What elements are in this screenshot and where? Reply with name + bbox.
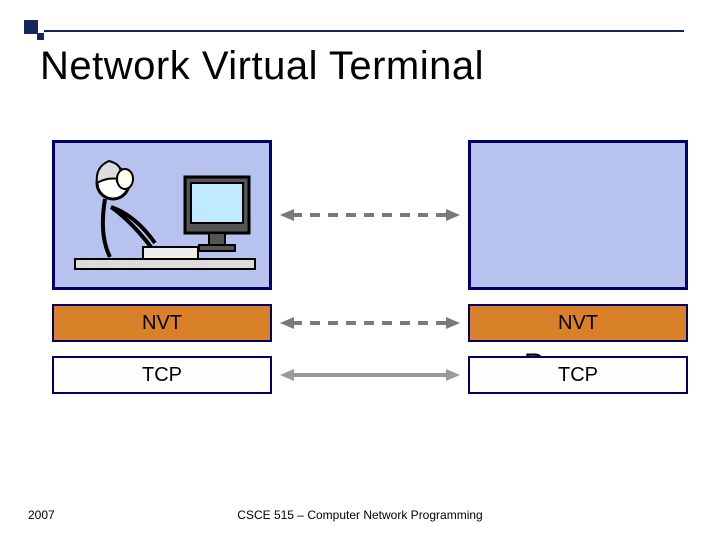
- client-tcp-layer: TCP: [52, 356, 272, 394]
- server-box: Server Process: [468, 140, 688, 290]
- server-tcp-layer: TCP: [468, 356, 688, 394]
- footer-course: CSCE 515 – Computer Network Programming: [0, 508, 720, 522]
- slide-title: Network Virtual Terminal: [40, 44, 484, 89]
- client-nvt-layer: NVT: [52, 304, 272, 342]
- slide: Network Virtual Terminal: [0, 0, 720, 540]
- title-bullet-icon: [24, 20, 38, 34]
- server-nvt-layer: NVT: [468, 304, 688, 342]
- client-box: [52, 140, 272, 290]
- title-rule: [44, 30, 684, 32]
- layer-label: TCP: [558, 364, 598, 387]
- layer-label: NVT: [558, 312, 598, 335]
- layer-label: TCP: [142, 364, 182, 387]
- layer-label: NVT: [142, 312, 182, 335]
- user-terminal-icon: [65, 149, 265, 289]
